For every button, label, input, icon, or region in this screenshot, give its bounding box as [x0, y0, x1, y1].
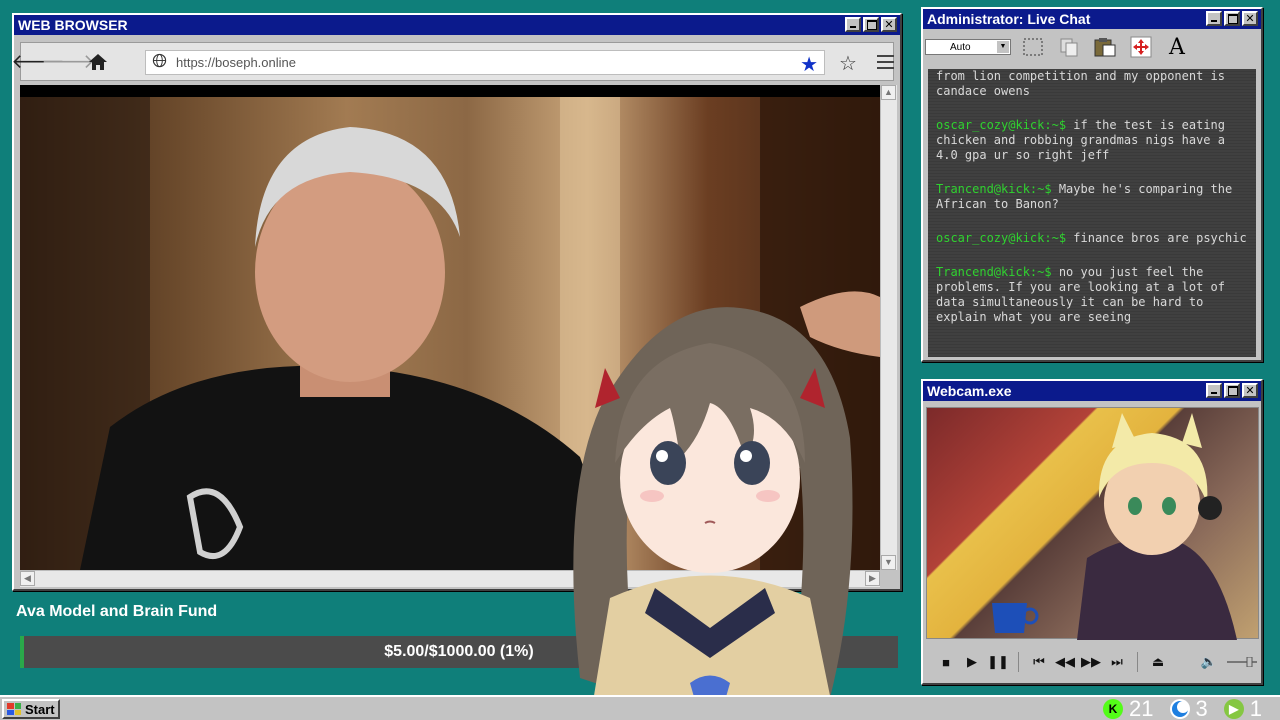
chat-text: from lion competition and my opponent is…	[936, 69, 1225, 98]
maximize-button[interactable]	[863, 17, 879, 32]
chat-username: Trancend@kick:~$	[936, 182, 1052, 196]
system-tray: K 21 3 ▶ 1	[1103, 695, 1272, 720]
chat-titlebar[interactable]: Administrator: Live Chat ✕	[923, 9, 1261, 29]
windows-logo-icon	[7, 703, 21, 715]
address-bar[interactable]: https://boseph.online ★	[145, 50, 825, 77]
url-text: https://boseph.online	[176, 55, 296, 70]
globe-icon	[152, 53, 172, 72]
live-chat-window: Administrator: Live Chat ✕ Auto ▼ A from…	[921, 7, 1263, 362]
browser-toolbar: 🡐 🡒 https://boseph.online ★ ☆	[11, 42, 894, 81]
webcam-title: Webcam.exe	[927, 383, 1012, 399]
rumble-icon[interactable]: ▶	[1223, 698, 1244, 719]
start-label: Start	[25, 701, 55, 717]
webcam-feed	[926, 407, 1259, 640]
bookmark-star-filled-icon[interactable]: ★	[800, 52, 818, 77]
webcam-titlebar[interactable]: Webcam.exe ✕	[923, 381, 1261, 401]
volume-icon[interactable]: 🔈	[1199, 652, 1219, 672]
start-button[interactable]: Start	[2, 699, 60, 719]
kick-icon[interactable]: K	[1103, 698, 1124, 719]
stop-icon[interactable]: ■	[936, 652, 956, 672]
fund-title: Ava Model and Brain Fund	[16, 603, 218, 620]
font-size-select[interactable]: Auto ▼	[925, 39, 1011, 55]
paste-icon[interactable]	[1091, 33, 1119, 61]
chat-message: Trancend@kick:~$ Maybe he's comparing th…	[936, 182, 1250, 212]
move-icon[interactable]	[1127, 33, 1155, 61]
scroll-up-arrow-icon[interactable]: ▲	[881, 85, 896, 100]
chat-text: finance bros are psychic	[1073, 231, 1247, 245]
fast-forward-icon[interactable]: ▶▶	[1081, 652, 1101, 672]
home-icon[interactable]	[85, 49, 111, 75]
chat-title: Administrator: Live Chat	[927, 11, 1091, 27]
close-button[interactable]: ✕	[1242, 383, 1258, 398]
volume-slider[interactable]	[1225, 652, 1259, 672]
maximize-button[interactable]	[1224, 11, 1240, 26]
vtuber-avatar	[560, 298, 860, 720]
divider	[1018, 652, 1019, 672]
crescent-viewer-count: 3	[1195, 695, 1208, 720]
dropdown-arrow-icon[interactable]: ▼	[997, 41, 1009, 53]
crescent-icon[interactable]	[1169, 698, 1190, 719]
minimize-button[interactable]	[1206, 11, 1222, 26]
close-button[interactable]: ✕	[1242, 11, 1258, 26]
font-size-value: Auto	[950, 41, 971, 53]
bookmark-star-outline-icon[interactable]: ☆	[839, 51, 857, 76]
skip-forward-icon[interactable]: ⏭	[1107, 652, 1127, 672]
webcam-controls: ■ ▶ ❚❚ ⏮ ◀◀ ▶▶ ⏭ ⏏ 🔈	[926, 645, 1259, 679]
webcam-window: Webcam.exe ✕ ■ ▶ ❚❚ ⏮ ◀◀ ▶▶ ⏭ ⏏ 🔈	[921, 379, 1263, 685]
pause-icon[interactable]: ❚❚	[987, 652, 1009, 672]
chat-message: from lion competition and my opponent is…	[936, 69, 1250, 99]
chat-message: Trancend@kick:~$ no you just feel the pr…	[936, 265, 1250, 325]
forward-arrow-icon[interactable]: 🡒	[41, 49, 95, 75]
eject-icon[interactable]: ⏏	[1148, 652, 1168, 672]
minimize-button[interactable]	[1206, 383, 1222, 398]
chat-username: oscar_cozy@kick:~$	[936, 231, 1067, 245]
scroll-down-arrow-icon[interactable]: ▼	[881, 555, 896, 570]
scroll-right-arrow-icon[interactable]: ▶	[865, 571, 880, 586]
play-icon[interactable]: ▶	[962, 652, 982, 672]
chat-username: oscar_cozy@kick:~$	[936, 118, 1067, 132]
scroll-left-arrow-icon[interactable]: ◀	[20, 571, 35, 586]
browser-titlebar[interactable]: WEB BROWSER ✕	[14, 15, 900, 35]
mark-select-icon[interactable]	[1019, 33, 1047, 61]
maximize-button[interactable]	[1224, 383, 1240, 398]
chat-message: oscar_cozy@kick:~$ if the test is eating…	[936, 118, 1250, 163]
skip-back-icon[interactable]: ⏮	[1029, 652, 1049, 672]
minimize-button[interactable]	[845, 17, 861, 32]
font-icon[interactable]: A	[1163, 33, 1191, 61]
rumble-viewer-count: 1	[1249, 695, 1262, 720]
divider	[1137, 652, 1138, 672]
taskbar: Start K 21 3 ▶ 1	[0, 695, 1280, 720]
chat-toolbar: Auto ▼ A	[923, 29, 1261, 65]
browser-title: WEB BROWSER	[18, 17, 128, 33]
chat-message: oscar_cozy@kick:~$ finance bros are psyc…	[936, 231, 1250, 246]
close-button[interactable]: ✕	[881, 17, 897, 32]
chat-log[interactable]: from lion competition and my opponent is…	[928, 69, 1256, 357]
rewind-icon[interactable]: ◀◀	[1055, 652, 1075, 672]
menu-icon[interactable]	[877, 55, 894, 73]
vertical-scrollbar[interactable]: ▲ ▼	[880, 85, 897, 570]
copy-icon[interactable]	[1055, 33, 1083, 61]
kick-viewer-count: 21	[1129, 695, 1154, 720]
chat-username: Trancend@kick:~$	[936, 265, 1052, 279]
